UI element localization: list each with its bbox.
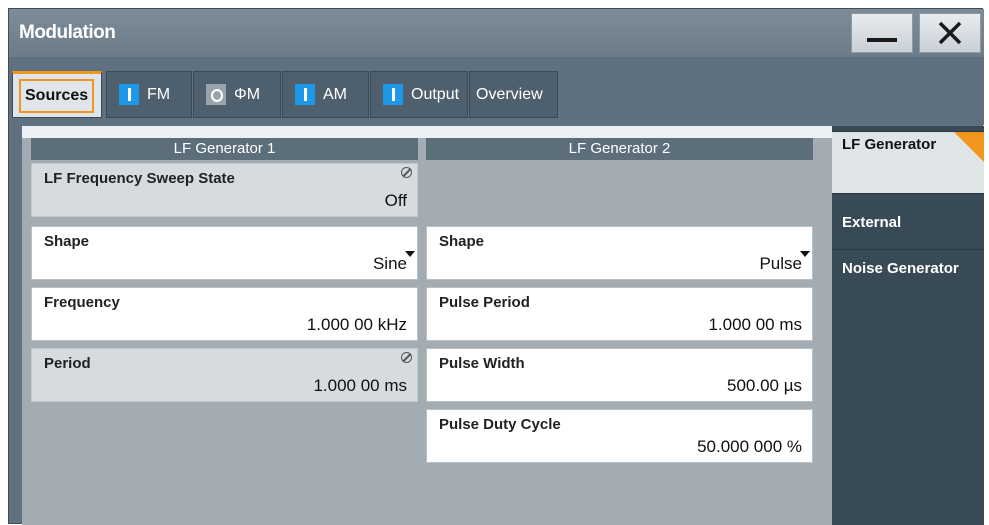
- not-editable-icon: [401, 352, 412, 363]
- phim-state-indicator-icon: [206, 84, 226, 105]
- lf2-pulse-width-value: 500.00 µs: [726, 376, 802, 395]
- lf2-shape-value: Pulse: [759, 254, 802, 273]
- side-item-lf-generator[interactable]: LF Generator: [832, 131, 984, 193]
- tab-overview[interactable]: Overview: [469, 71, 558, 118]
- lf2-pulse-duty-cycle-field[interactable]: Pulse Duty Cycle 50.000 000 %: [426, 409, 813, 463]
- minimize-icon: [867, 38, 897, 42]
- lf1-frequency-value: 1.000 00 kHz: [306, 315, 407, 334]
- lf1-period-value: 1.000 00 ms: [313, 376, 407, 395]
- lf2-pulse-period-field[interactable]: Pulse Period 1.000 00 ms: [426, 287, 813, 341]
- lf1-frequency-field[interactable]: Frequency 1.000 00 kHz: [31, 287, 418, 341]
- lf2-pulse-duty-cycle-value: 50.000 000 %: [697, 437, 802, 456]
- am-state-indicator-icon: [295, 84, 315, 105]
- minimize-button[interactable]: [851, 13, 913, 53]
- lf1-shape-label: Shape: [44, 233, 90, 250]
- close-button[interactable]: [919, 13, 981, 53]
- side-navigation: LF Generator External Noise Generator: [832, 126, 984, 525]
- tab-overview-label: Overview: [476, 85, 543, 103]
- tab-am-label: AM: [323, 85, 347, 103]
- lf2-pulse-width-label: Pulse Width: [439, 355, 525, 372]
- title-bar: Modulation: [9, 9, 984, 57]
- tab-sources[interactable]: Sources: [12, 71, 102, 118]
- lf1-period-field: Period 1.000 00 ms: [31, 348, 418, 402]
- tab-am[interactable]: AM: [282, 71, 369, 118]
- lf-generator-1-header: LF Generator 1: [31, 138, 418, 160]
- lf1-shape-select[interactable]: Shape Sine: [31, 226, 418, 280]
- modulation-window: Modulation Sources FM ΦM AM Output Overv…: [8, 8, 984, 525]
- tab-phim-label: ΦM: [234, 85, 261, 103]
- side-item-external[interactable]: External: [832, 193, 984, 249]
- lf2-pulse-period-value: 1.000 00 ms: [708, 315, 802, 334]
- fm-state-indicator-icon: [119, 84, 139, 105]
- selected-corner-marker: [954, 132, 984, 162]
- tab-phim[interactable]: ΦM: [193, 71, 281, 118]
- tab-fm-label: FM: [147, 85, 171, 103]
- side-item-label: Noise Generator: [842, 260, 959, 277]
- lf2-pulse-period-label: Pulse Period: [439, 294, 530, 311]
- lf2-shape-select[interactable]: Shape Pulse: [426, 226, 813, 280]
- not-editable-icon: [401, 167, 412, 178]
- lf2-pulse-duty-cycle-label: Pulse Duty Cycle: [439, 416, 561, 433]
- tab-fm[interactable]: FM: [106, 71, 192, 118]
- lf1-shape-value: Sine: [372, 254, 407, 273]
- side-item-noise-generator[interactable]: Noise Generator: [832, 249, 984, 311]
- output-state-indicator-icon: [383, 84, 403, 105]
- tab-output-label: Output: [411, 85, 460, 103]
- lf-frequency-sweep-state-label: LF Frequency Sweep State: [44, 170, 235, 187]
- lf-generator-panel: LF Generator 1 LF Frequency Sweep State …: [22, 138, 832, 525]
- lf2-pulse-width-field[interactable]: Pulse Width 500.00 µs: [426, 348, 813, 402]
- tab-bar: Sources FM ΦM AM Output Overview: [9, 57, 984, 125]
- window-title: Modulation: [19, 22, 116, 43]
- side-item-label: LF Generator: [842, 136, 937, 153]
- lf1-period-label: Period: [44, 355, 91, 372]
- lf1-frequency-label: Frequency: [44, 294, 120, 311]
- lf-generator-2-header: LF Generator 2: [426, 138, 813, 160]
- content-area: LF Generator 1 LF Frequency Sweep State …: [22, 126, 984, 525]
- side-item-label: External: [842, 214, 902, 231]
- tab-sources-label: Sources: [19, 78, 95, 113]
- lf-frequency-sweep-state-field: LF Frequency Sweep State Off: [31, 163, 418, 217]
- tab-output[interactable]: Output: [370, 71, 468, 118]
- close-icon: [938, 21, 962, 45]
- lf2-shape-label: Shape: [439, 233, 485, 250]
- lf-frequency-sweep-state-value: Off: [384, 191, 407, 210]
